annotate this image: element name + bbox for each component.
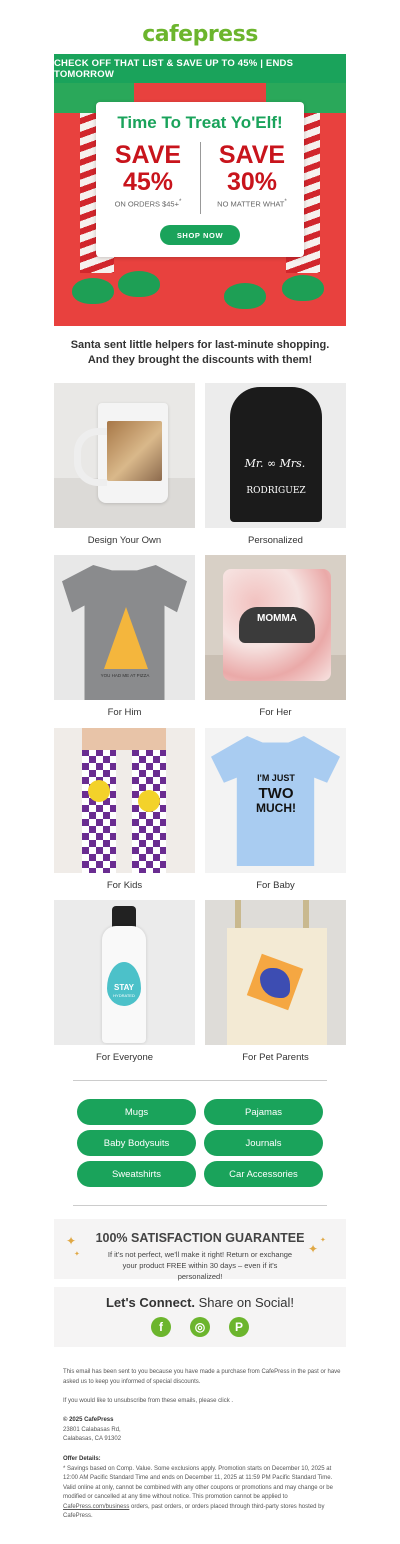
divider (73, 1080, 327, 1081)
product-label[interactable]: For Kids (54, 880, 195, 891)
social-title: Let's Connect. Share on Social! (105, 1295, 295, 1310)
elf-shoe (72, 278, 114, 304)
category-button-mugs[interactable]: Mugs (77, 1099, 196, 1125)
bottle-cap (112, 906, 136, 928)
elf-shoe (118, 271, 160, 297)
promo-banner[interactable]: CHECK OFF THAT LIST & SAVE UP TO 45% | E… (54, 54, 346, 83)
guarantee-text: If it's not perfect, we'll make it right… (107, 1250, 293, 1281)
product-label[interactable]: For Her (205, 707, 346, 718)
product-tile-design-your-own[interactable] (54, 383, 195, 528)
offer-right: SAVE 30% NO MATTER WHAT* (200, 142, 304, 209)
product-tile-for-everyone[interactable]: STAY HYDRATED (54, 900, 195, 1045)
smiley-icon (138, 790, 160, 812)
category-button-car-accessories[interactable]: Car Accessories (204, 1161, 323, 1187)
footer-address: © 2025 CafePress 23801 Calabasas Rd, Cal… (63, 1417, 122, 1442)
product-label[interactable]: For Him (54, 707, 195, 718)
offer-card: Time To Treat Yo'Elf! SAVE 45% ON ORDERS… (96, 102, 304, 257)
satisfaction-guarantee: ✦ ✦ ✦ ✦ 100% SATISFACTION GUARANTEE If i… (54, 1219, 346, 1281)
product-tile-personalized[interactable]: Mr. ∞ Mrs. RODRIGUEZ (205, 383, 346, 528)
pinterest-icon[interactable]: P (229, 1317, 249, 1337)
product-tile-for-baby[interactable]: I'M JUST TWO MUCH! (205, 728, 346, 873)
product-label[interactable]: Design Your Own (54, 535, 195, 546)
photo-print (107, 421, 162, 481)
category-button-baby-bodysuits[interactable]: Baby Bodysuits (77, 1130, 196, 1156)
offer-note: NO MATTER WHAT* (217, 198, 287, 209)
offer-details: Offer Details: * Savings based on Comp. … (63, 1456, 333, 1519)
shop-now-button[interactable]: SHOP NOW (160, 225, 240, 245)
instagram-icon[interactable]: ◎ (190, 1317, 210, 1337)
facebook-icon[interactable]: f (151, 1317, 171, 1337)
product-label[interactable]: For Baby (205, 880, 346, 891)
mug-handle (74, 428, 107, 486)
save-label: SAVE (218, 141, 286, 169)
unsubscribe-text[interactable]: If you would like to unsubscribe from th… (63, 1397, 343, 1407)
elf-shoe (282, 275, 324, 301)
category-button-pajamas[interactable]: Pajamas (204, 1099, 323, 1125)
smiley-icon (88, 780, 110, 802)
sparkle-icon: ✦ (74, 1251, 80, 1258)
hero-title: Time To Treat Yo'Elf! (117, 113, 283, 132)
product-tile-for-her[interactable]: MOMMA (205, 555, 346, 700)
pizza-slice-icon (104, 607, 148, 669)
cafepress-logo[interactable]: cafepress (0, 22, 400, 47)
footer-notice: This email has been sent to you because … (63, 1369, 341, 1385)
save-label: SAVE (114, 141, 182, 169)
save-percent: 30% (226, 168, 278, 196)
product-label[interactable]: For Pet Parents (205, 1052, 346, 1063)
product-label[interactable]: For Everyone (54, 1052, 195, 1063)
product-tile-for-him[interactable]: YOU HAD ME AT PIZZA (54, 555, 195, 700)
offer-left: SAVE 45% ON ORDERS $45+* (96, 142, 200, 209)
product-label[interactable]: Personalized (205, 535, 346, 546)
social-section: Let's Connect. Share on Social! f ◎ P (54, 1287, 346, 1347)
category-button-journals[interactable]: Journals (204, 1130, 323, 1156)
guarantee-title: 100% SATISFACTION GUARANTEE (95, 1231, 305, 1245)
business-link[interactable]: CafePress.com/business (63, 1504, 129, 1510)
category-button-sweatshirts[interactable]: Sweatshirts (77, 1161, 196, 1187)
hoodie-image (230, 387, 322, 522)
elf-shoe (224, 283, 266, 309)
offer-note: ON ORDERS $45+* (114, 198, 182, 209)
save-percent: 45% (122, 168, 174, 196)
divider (73, 1205, 327, 1206)
tagline: Santa sent little helpers for last-minut… (70, 339, 330, 366)
product-tile-for-pet-parents[interactable] (205, 900, 346, 1045)
product-tile-for-kids[interactable] (54, 728, 195, 873)
